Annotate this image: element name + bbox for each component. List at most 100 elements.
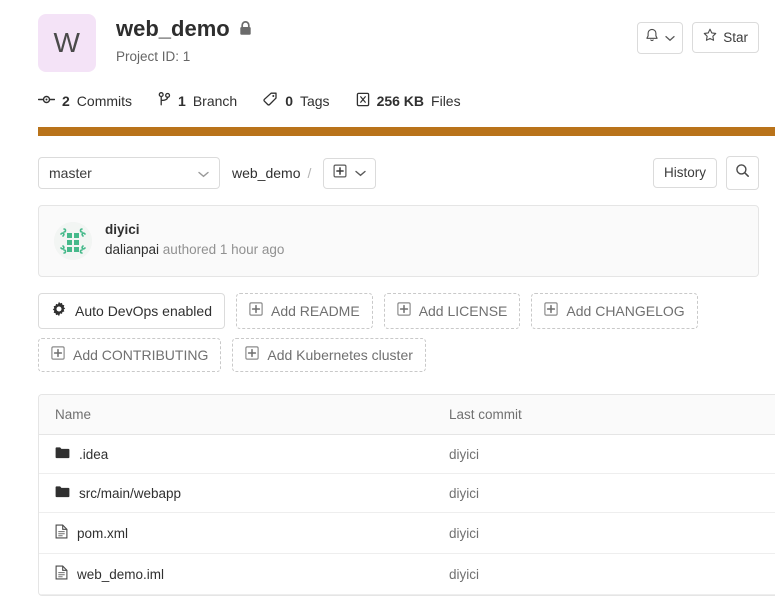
column-header-name: Name [55, 407, 92, 422]
file-icon [55, 565, 68, 583]
folder-icon [55, 446, 70, 462]
file-tree-name-cell: src/main/webapp [39, 485, 449, 501]
chevron-down-icon [665, 29, 675, 47]
stat-files-value: 256 KB [376, 93, 425, 109]
tag-icon [263, 92, 278, 110]
file-tree-name-cell: pom.xml [39, 524, 449, 542]
branch-selector-value: master [49, 165, 92, 181]
add-kubernetes-cluster-button[interactable]: Add Kubernetes cluster [232, 338, 426, 372]
plus-square-icon [396, 302, 411, 320]
last-commit-meta: dalianpai authored 1 hour ago [105, 240, 284, 260]
last-commit-text: diyici dalianpai authored 1 hour ago [105, 221, 284, 260]
file-tree-last-commit[interactable]: diyici [449, 567, 775, 582]
auto-devops-button-label: Auto DevOps enabled [75, 303, 212, 319]
identicon-avatar [54, 222, 92, 260]
project-meta: web_demo Project ID: 1 [116, 14, 637, 64]
auto-devops-button[interactable]: Auto DevOps enabled [38, 293, 225, 329]
plus-square-icon [249, 302, 263, 320]
file-tree-item-name[interactable]: pom.xml [77, 526, 128, 541]
language-bar-segment [38, 127, 775, 136]
table-row[interactable]: .idea diyici [39, 435, 775, 474]
ref-row-right-actions: History [652, 156, 759, 190]
branch-icon [158, 92, 171, 110]
file-tree-item-name[interactable]: src/main/webapp [79, 486, 181, 501]
project-overview-page: W web_demo Project ID: 1 Star 2 Commits … [0, 0, 775, 608]
add-license-button[interactable]: Add LICENSE [383, 293, 521, 329]
file-tree-last-commit[interactable]: diyici [449, 447, 775, 462]
lock-icon [239, 20, 252, 41]
star-button[interactable]: Star [692, 22, 759, 53]
project-title-row: web_demo [116, 16, 637, 42]
table-row[interactable]: web_demo.iml diyici [39, 554, 775, 595]
gear-icon [51, 301, 67, 321]
plus-square-icon [51, 346, 65, 364]
stat-branches-label: Branch [192, 93, 238, 109]
add-contributing-button[interactable]: Add CONTRIBUTING [38, 338, 222, 372]
file-tree: Name Last commit .idea diyici src/main/w… [38, 394, 775, 596]
quick-actions: Auto DevOps enabled Add README Add LICEN… [38, 293, 759, 372]
add-to-tree-button[interactable] [323, 157, 377, 189]
notification-button[interactable] [637, 22, 684, 54]
stat-commits-value: 2 [62, 93, 70, 109]
ref-breadcrumb-row: master web_demo / History [0, 136, 775, 190]
bell-icon [645, 28, 659, 48]
last-commit-message[interactable]: diyici [105, 221, 284, 239]
stat-commits-label: Commits [76, 93, 133, 109]
plus-square-icon [333, 164, 347, 183]
stat-tags[interactable]: 0 Tags [263, 92, 330, 110]
star-button-label: Star [723, 29, 748, 45]
stat-files-label: Files [431, 93, 461, 109]
add-kubernetes-cluster-button-label: Add Kubernetes cluster [267, 347, 413, 363]
stat-branches[interactable]: 1 Branch [158, 92, 237, 110]
language-bar [38, 127, 775, 136]
add-readme-button[interactable]: Add README [235, 293, 373, 329]
files-icon [356, 92, 370, 110]
project-stats: 2 Commits 1 Branch 0 Tags 256 KB Files [0, 72, 775, 124]
file-tree-name-cell: web_demo.iml [39, 565, 449, 583]
file-icon [55, 524, 68, 542]
stat-branches-value: 1 [178, 93, 186, 109]
file-tree-item-name[interactable]: .idea [79, 447, 108, 462]
add-readme-button-label: Add README [270, 303, 360, 319]
page-title: web_demo [116, 16, 230, 41]
add-license-button-label: Add LICENSE [418, 303, 508, 319]
file-tree-last-commit[interactable]: diyici [449, 486, 775, 501]
project-id-label: Project ID: 1 [116, 49, 191, 65]
breadcrumb-item-root[interactable]: web_demo [232, 165, 301, 181]
stat-files[interactable]: 256 KB Files [356, 92, 461, 110]
file-tree-name-cell: .idea [39, 446, 449, 462]
star-icon [703, 28, 717, 47]
commit-icon [37, 93, 56, 109]
stat-commits[interactable]: 2 Commits [37, 93, 133, 109]
plus-square-icon [245, 346, 260, 364]
project-avatar: W [38, 14, 96, 72]
column-header-last-commit: Last commit [449, 407, 522, 422]
project-avatar-letter: W [53, 27, 81, 58]
history-button-label: History [663, 165, 706, 180]
table-row[interactable]: src/main/webapp diyici [39, 474, 775, 513]
folder-icon [55, 485, 70, 501]
breadcrumb: web_demo / [232, 165, 311, 181]
project-header-actions: Star [637, 14, 759, 54]
file-tree-header: Name Last commit [39, 395, 775, 435]
search-icon [735, 163, 750, 183]
chevron-down-icon [355, 164, 367, 182]
history-button[interactable]: History [652, 158, 717, 188]
breadcrumb-separator: / [307, 165, 312, 181]
add-changelog-button[interactable]: Add CHANGELOG [531, 293, 698, 329]
stat-tags-label: Tags [299, 93, 330, 109]
add-contributing-button-label: Add CONTRIBUTING [73, 347, 209, 363]
chevron-down-icon [198, 165, 209, 181]
plus-square-icon [544, 302, 559, 320]
file-tree-item-name[interactable]: web_demo.iml [77, 567, 164, 582]
last-commit-author[interactable]: dalianpai [105, 242, 159, 257]
stat-tags-value: 0 [285, 93, 293, 109]
find-file-button[interactable] [726, 156, 759, 190]
project-header: W web_demo Project ID: 1 Star [0, 0, 775, 72]
table-row[interactable]: pom.xml diyici [39, 513, 775, 554]
last-commit-timestamp: authored 1 hour ago [159, 242, 285, 258]
branch-selector[interactable]: master [38, 157, 220, 189]
file-tree-last-commit[interactable]: diyici [449, 526, 775, 541]
add-changelog-button-label: Add CHANGELOG [566, 303, 685, 319]
last-commit-panel: diyici dalianpai authored 1 hour ago [38, 205, 759, 277]
